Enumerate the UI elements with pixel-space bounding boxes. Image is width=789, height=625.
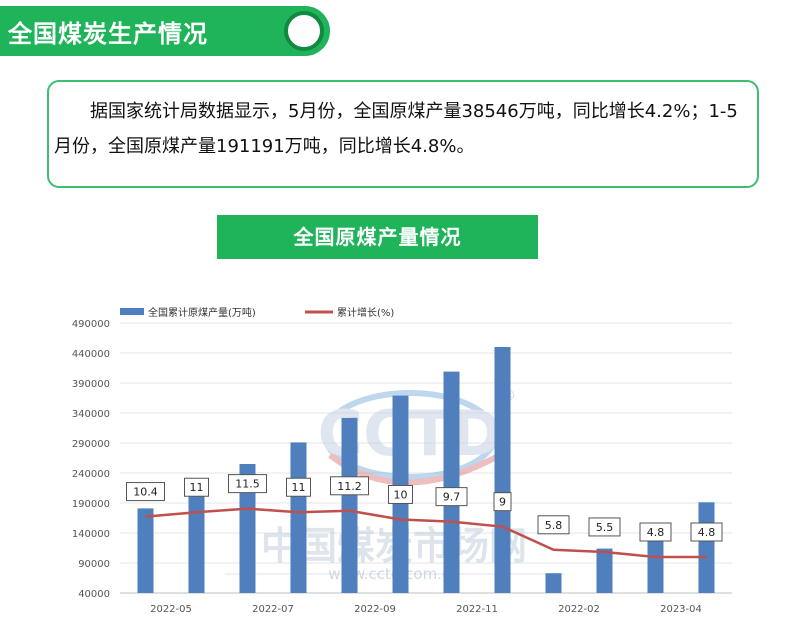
bar (188, 485, 205, 593)
bar (290, 442, 307, 593)
y-tick-label: 40000 (78, 589, 110, 600)
data-label: 10 (394, 488, 408, 501)
bar (698, 502, 715, 593)
data-label: 10.4 (133, 486, 158, 499)
bar (596, 548, 613, 593)
x-tick-label: 2022-07 (252, 604, 294, 615)
x-tick-label: 2022-11 (456, 604, 498, 615)
data-label: 4.8 (698, 526, 716, 539)
data-label: 9 (499, 496, 506, 509)
x-tick-label: 2022-09 (354, 604, 396, 615)
data-label: 5.5 (596, 521, 614, 534)
y-tick-label: 190000 (72, 499, 110, 510)
summary-text: 据国家统计局数据显示，5月份，全国原煤产量38546万吨，同比增长4.2%；1-… (54, 101, 738, 157)
bar (494, 347, 511, 593)
data-label: 11 (190, 481, 204, 494)
x-tick-label: 2022-05 (150, 604, 192, 615)
chart: CCTD ® 中国煤炭市场网 www.cctd.com.cn 10.41111.… (72, 306, 732, 615)
y-tick-label: 490000 (72, 319, 110, 330)
section-title: 全国煤炭生产情况 (8, 20, 208, 48)
y-tick-label: 290000 (72, 439, 110, 450)
legend-label-line: 累计增长(%) (337, 306, 394, 319)
y-tick-label: 390000 (72, 379, 110, 390)
data-label: 9.7 (443, 491, 461, 504)
legend-swatch-bar (120, 308, 144, 315)
chart-banner: 全国原煤产量情况 (217, 215, 538, 259)
y-tick-label: 240000 (72, 469, 110, 480)
data-label: 4.8 (647, 526, 665, 539)
data-label: 5.8 (545, 519, 563, 532)
legend-label-bar: 全国累计原煤产量(万吨) (148, 306, 256, 319)
bar (443, 371, 460, 593)
data-label: 11 (292, 481, 306, 494)
section-header: 全国煤炭生产情况 (0, 6, 330, 56)
x-tick-label: 2023-04 (660, 604, 702, 615)
y-tick-label: 340000 (72, 409, 110, 420)
bar (341, 417, 358, 593)
y-tick-label: 90000 (78, 559, 110, 570)
summary-box: 据国家统计局数据显示，5月份，全国原煤产量38546万吨，同比增长4.2%；1-… (47, 80, 759, 188)
x-tick-label: 2022-02 (558, 604, 600, 615)
y-tick-label: 440000 (72, 349, 110, 360)
circle-icon (284, 11, 324, 51)
y-tick-label: 140000 (72, 529, 110, 540)
bar (137, 508, 154, 593)
bar (545, 573, 562, 593)
data-label: 11.5 (235, 478, 260, 491)
data-label: 11.2 (337, 480, 362, 493)
legend: 全国累计原煤产量(万吨) 累计增长(%) (120, 306, 394, 319)
